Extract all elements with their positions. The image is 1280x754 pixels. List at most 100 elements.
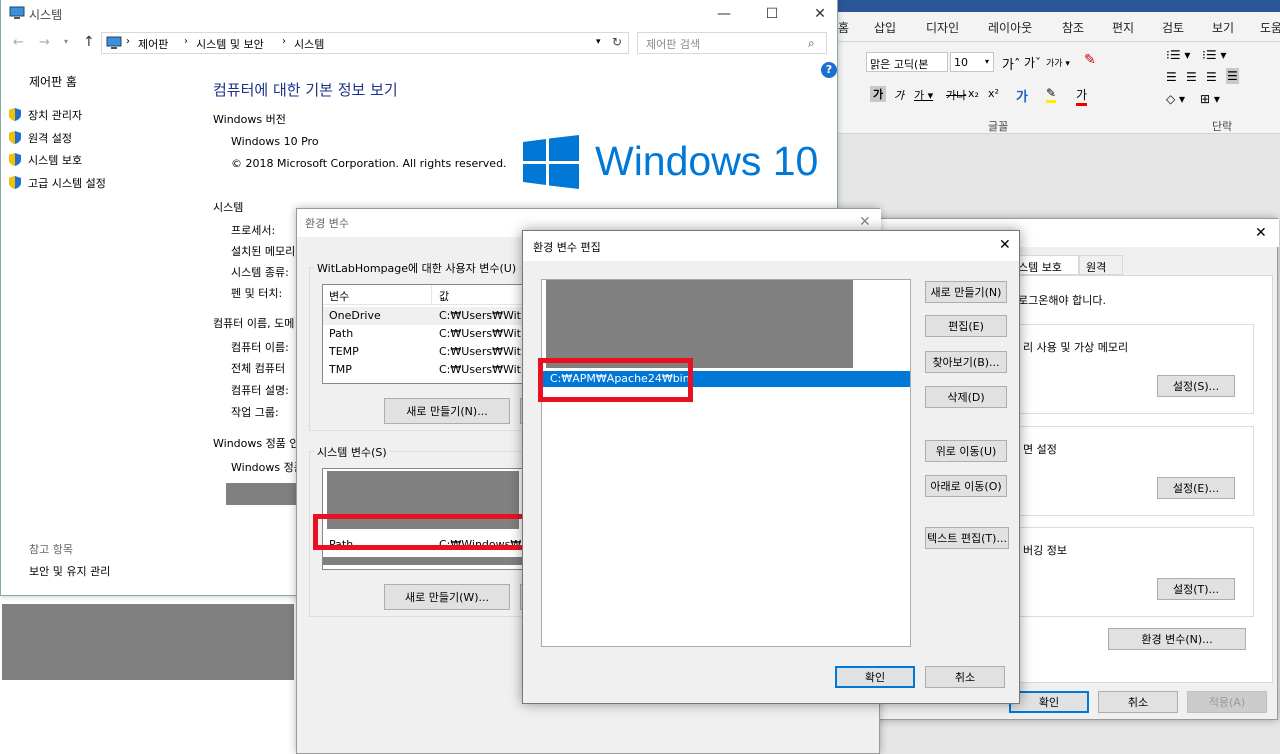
word-tab-layout[interactable]: 레이아웃 <box>988 19 1032 36</box>
sidebar-item-advanced[interactable]: 고급 시스템 설정 <box>9 175 106 191</box>
breadcrumb-sep-icon: › <box>282 36 286 47</box>
move-down-button[interactable]: 아래로 이동(O) <box>925 475 1007 497</box>
sysprops-tab-protection[interactable]: 스템 보호 <box>1011 255 1079 275</box>
column-divider[interactable] <box>431 285 432 305</box>
shield-icon <box>9 153 21 166</box>
edit-text-button[interactable]: 텍스트 편집(T)... <box>925 527 1009 549</box>
word-tab-references[interactable]: 참조 <box>1062 19 1084 36</box>
close-icon[interactable]: ✕ <box>999 237 1011 253</box>
back-icon[interactable]: ← <box>13 35 24 50</box>
maximize-button[interactable]: ☐ <box>749 0 795 28</box>
page-title: 컴퓨터에 대한 기본 정보 보기 <box>213 81 398 99</box>
edit-entry-button[interactable]: 편집(E) <box>925 315 1007 337</box>
breadcrumb-item-system[interactable]: 시스템 <box>294 36 324 52</box>
word-tab-mailings[interactable]: 편지 <box>1112 19 1134 36</box>
sidebar-item-protection[interactable]: 시스템 보호 <box>9 152 82 168</box>
cancel-button[interactable]: 취소 <box>925 666 1005 688</box>
edition-value: Windows 10 Pro <box>231 135 319 148</box>
breadcrumb-item-security[interactable]: 시스템 및 보안 <box>196 36 264 52</box>
environment-variables-button[interactable]: 환경 변수(N)... <box>1108 628 1246 650</box>
highlight-icon[interactable]: ✎ <box>1046 86 1057 103</box>
startup-settings-button[interactable]: 설정(T)... <box>1157 578 1235 600</box>
profiles-text: 면 설정 <box>1023 443 1057 456</box>
italic-icon[interactable]: 가 <box>894 87 904 103</box>
move-up-button[interactable]: 위로 이동(U) <box>925 440 1007 462</box>
word-tab-design[interactable]: 디자인 <box>926 19 959 36</box>
ok-button[interactable]: 확인 <box>1009 691 1089 713</box>
sysprops-tab-remote[interactable]: 원격 <box>1079 255 1123 275</box>
browse-button[interactable]: 찾아보기(B)... <box>925 351 1007 373</box>
path-entries-list[interactable]: C:₩APM₩Apache24₩bin <box>541 279 911 647</box>
superscript-icon[interactable]: x² <box>988 87 999 100</box>
system-row-pen: 펜 및 터치: <box>231 287 283 300</box>
font-size-box[interactable]: 10 ▾ <box>950 52 994 72</box>
shrink-font-icon[interactable]: 가ˇ <box>1024 54 1041 71</box>
highlight-box <box>538 358 693 402</box>
redacted-block <box>226 483 298 505</box>
recent-chevron-icon[interactable]: ▾ <box>64 37 68 46</box>
word-tab-help[interactable]: 도움 <box>1260 19 1280 36</box>
var-name: Path <box>329 327 354 340</box>
redacted-block <box>323 557 523 565</box>
word-tab-review[interactable]: 검토 <box>1162 19 1184 36</box>
shading-icon[interactable]: ◇ ▾ <box>1166 92 1185 106</box>
user-new-button[interactable]: 새로 만들기(N)... <box>384 398 510 424</box>
address-bar[interactable]: › 제어판 › 시스템 및 보안 › 시스템 ▾ ↻ <box>101 32 629 54</box>
justify-icon[interactable]: ☰ <box>1226 68 1239 84</box>
apply-button[interactable]: 적용(A) <box>1187 691 1267 713</box>
search-input[interactable]: 제어판 검색 ⌕ <box>637 32 827 54</box>
delete-button[interactable]: 삭제(D) <box>925 386 1007 408</box>
text-effects-icon[interactable]: 가 <box>1016 86 1028 105</box>
new-entry-button[interactable]: 새로 만들기(N) <box>925 281 1007 303</box>
underline-icon[interactable]: 가 ▾ <box>914 87 933 103</box>
user-vars-label: WitLabHompage에 대한 사용자 변수(U) <box>314 260 520 276</box>
font-name-box[interactable]: 맑은 고딕(본 <box>866 52 948 72</box>
borders-icon[interactable]: ⊞ ▾ <box>1200 92 1220 106</box>
change-case-icon[interactable]: 가가 ▾ <box>1046 56 1070 69</box>
align-right-icon[interactable]: ☰ <box>1206 70 1217 84</box>
clear-format-icon[interactable]: ✎ <box>1084 52 1096 68</box>
word-tab-insert[interactable]: 삽입 <box>874 19 896 36</box>
col-header-value[interactable]: 값 <box>439 288 449 304</box>
help-icon[interactable]: ? <box>821 62 837 78</box>
strikethrough-icon[interactable]: 가나 <box>946 87 966 103</box>
system-row-memory: 설치된 메모리 <box>231 245 296 258</box>
system-row-processor: 프로세서: <box>231 224 276 237</box>
activation-row: Windows 정품 <box>231 461 304 474</box>
computer-icon <box>9 6 25 19</box>
sidebar-home-link[interactable]: 제어판 홈 <box>29 73 77 90</box>
font-group-label: 글꼴 <box>988 120 1009 133</box>
admin-note: 로그온해야 합니다. <box>1018 294 1106 307</box>
close-icon[interactable]: ✕ <box>859 214 871 230</box>
profiles-settings-button[interactable]: 설정(E)... <box>1157 477 1235 499</box>
sidebar-item-remote[interactable]: 원격 설정 <box>9 130 72 146</box>
col-header-variable[interactable]: 변수 <box>329 288 349 304</box>
ok-button[interactable]: 확인 <box>835 666 915 688</box>
breadcrumb-item-control-panel[interactable]: 제어판 <box>138 36 168 52</box>
cancel-button[interactable]: 취소 <box>1098 691 1178 713</box>
paragraph-group-label: 단락 <box>1212 120 1233 133</box>
control-panel-icon <box>106 36 122 49</box>
system-new-button[interactable]: 새로 만들기(W)... <box>384 584 510 610</box>
font-color-icon[interactable]: 가 <box>1076 86 1088 106</box>
align-center-icon[interactable]: ☰ <box>1186 70 1197 84</box>
forward-icon[interactable]: → <box>39 35 50 50</box>
address-dropdown-icon[interactable]: ▾ <box>596 37 601 47</box>
refresh-icon[interactable]: ↻ <box>612 35 622 49</box>
performance-settings-button[interactable]: 설정(S)... <box>1157 375 1235 397</box>
align-left-icon[interactable]: ☰ <box>1166 70 1177 84</box>
edit-titlebar: 환경 변수 편집 ✕ <box>523 231 1019 261</box>
bold-icon[interactable]: 가 <box>870 86 886 102</box>
close-icon[interactable]: ✕ <box>1255 225 1267 241</box>
see-also-link[interactable]: 보안 및 유지 관리 <box>29 563 110 579</box>
minimize-button[interactable]: — <box>701 0 747 28</box>
subscript-icon[interactable]: x₂ <box>968 87 979 100</box>
bullets-icon[interactable]: ⁝☰ ▾ <box>1166 48 1190 62</box>
shield-icon <box>9 108 21 121</box>
numbering-icon[interactable]: ⁝☰ ▾ <box>1202 48 1226 62</box>
up-icon[interactable]: ↑ <box>83 34 95 50</box>
sidebar-item-device-manager[interactable]: 장치 관리자 <box>9 107 82 123</box>
grow-font-icon[interactable]: 가ˆ <box>1002 54 1020 73</box>
close-button[interactable]: ✕ <box>797 0 843 28</box>
word-tab-view[interactable]: 보기 <box>1212 19 1234 36</box>
